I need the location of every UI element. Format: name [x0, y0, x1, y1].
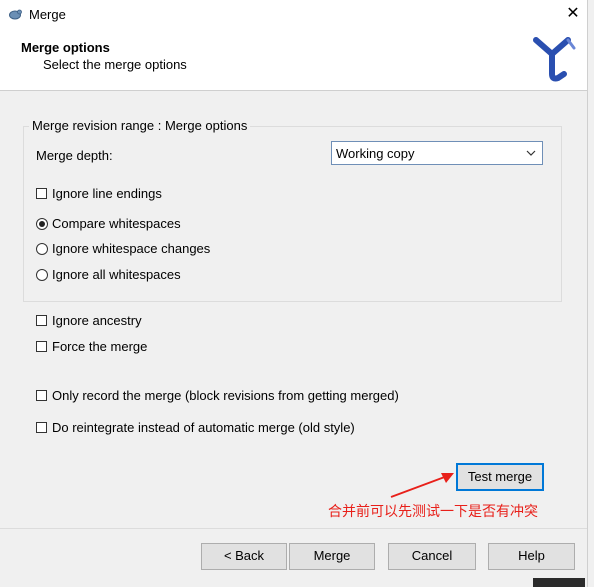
window-title: Merge	[29, 7, 66, 22]
merge-depth-value: Working copy	[336, 146, 415, 161]
help-button[interactable]: Help	[488, 543, 575, 570]
back-button[interactable]: < Back	[201, 543, 287, 570]
ignore-whitespace-changes-label[interactable]: Ignore whitespace changes	[52, 241, 210, 256]
ignore-ancestry-checkbox[interactable]	[36, 315, 47, 326]
ignore-line-endings-checkbox[interactable]	[36, 188, 47, 199]
page-title: Merge options	[21, 40, 110, 55]
branch-merge-logo	[533, 37, 576, 82]
annotation-text: 合并前可以先测试一下是否有冲突	[328, 504, 538, 520]
wizard-header: Merge options Select the merge options	[0, 30, 587, 91]
annotation-arrow	[390, 473, 454, 498]
footer-divider	[0, 528, 587, 529]
force-merge-label[interactable]: Force the merge	[52, 339, 147, 354]
ignore-line-endings-label[interactable]: Ignore line endings	[52, 186, 162, 201]
close-icon[interactable]: ✕	[564, 4, 582, 24]
merge-dialog: Merge ✕ Merge options Select the merge o…	[0, 0, 587, 587]
ignore-ancestry-label[interactable]: Ignore ancestry	[52, 313, 142, 328]
chevron-down-icon	[526, 150, 536, 156]
ignore-whitespace-changes-radio[interactable]	[36, 243, 48, 255]
tortoise-icon	[9, 9, 22, 20]
merge-depth-label: Merge depth:	[36, 148, 113, 163]
reintegrate-label[interactable]: Do reintegrate instead of automatic merg…	[52, 420, 355, 435]
group-legend: Merge revision range : Merge options	[29, 118, 251, 133]
background-window-edge	[587, 0, 594, 587]
merge-button[interactable]: Merge	[289, 543, 375, 570]
merge-depth-select[interactable]: Working copy	[331, 141, 543, 165]
page-subtitle: Select the merge options	[43, 57, 187, 72]
taskbar-fragment	[533, 578, 585, 587]
compare-whitespaces-radio[interactable]	[36, 218, 48, 230]
only-record-label[interactable]: Only record the merge (block revisions f…	[52, 388, 399, 403]
test-merge-button[interactable]: Test merge	[456, 463, 544, 491]
cancel-button[interactable]: Cancel	[388, 543, 476, 570]
force-merge-checkbox[interactable]	[36, 341, 47, 352]
compare-whitespaces-label[interactable]: Compare whitespaces	[52, 216, 181, 231]
title-bar: Merge ✕	[0, 0, 587, 30]
only-record-checkbox[interactable]	[36, 390, 47, 401]
ignore-all-whitespaces-label[interactable]: Ignore all whitespaces	[52, 267, 181, 282]
reintegrate-checkbox[interactable]	[36, 422, 47, 433]
ignore-all-whitespaces-radio[interactable]	[36, 269, 48, 281]
